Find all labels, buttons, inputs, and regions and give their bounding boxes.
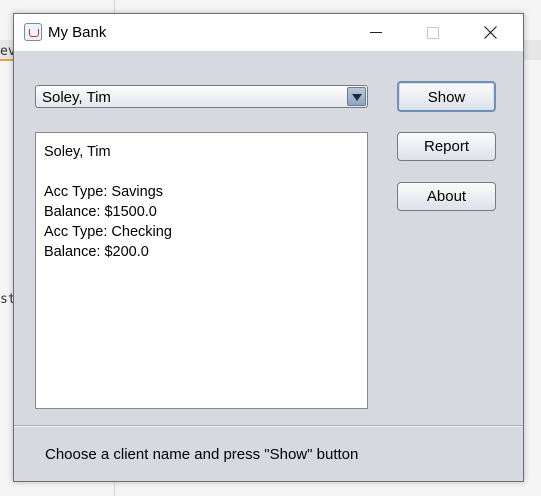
selected-client: Soley, Tim <box>42 89 111 106</box>
java-app-icon <box>24 23 42 41</box>
details-line: Soley, Tim <box>44 144 111 160</box>
report-button[interactable]: Report <box>397 132 496 161</box>
title-bar[interactable]: My Bank <box>14 14 523 51</box>
about-button[interactable]: About <box>397 182 496 211</box>
details-line: Acc Type: Checking <box>44 224 172 240</box>
details-line: Balance: $200.0 <box>44 244 149 260</box>
window-title: My Bank <box>48 24 107 41</box>
show-button[interactable]: Show <box>397 81 496 112</box>
status-separator-highlight <box>14 426 523 427</box>
close-icon <box>484 26 497 39</box>
account-details-textarea[interactable]: Soley, Tim Acc Type: Savings Balance: $1… <box>35 132 368 409</box>
background-warning-underline <box>0 59 14 61</box>
details-line: Acc Type: Savings <box>44 184 164 200</box>
my-bank-window: My Bank Soley, Tim Soley, Tim Acc Type: … <box>13 13 524 482</box>
chevron-down-icon[interactable] <box>347 87 366 106</box>
minimize-button[interactable] <box>353 14 399 51</box>
maximize-button[interactable] <box>410 14 456 51</box>
close-button[interactable] <box>467 14 513 51</box>
details-line: Balance: $1500.0 <box>44 204 157 220</box>
status-message: Choose a client name and press "Show" bu… <box>45 446 359 463</box>
client-combobox[interactable]: Soley, Tim <box>35 85 368 108</box>
